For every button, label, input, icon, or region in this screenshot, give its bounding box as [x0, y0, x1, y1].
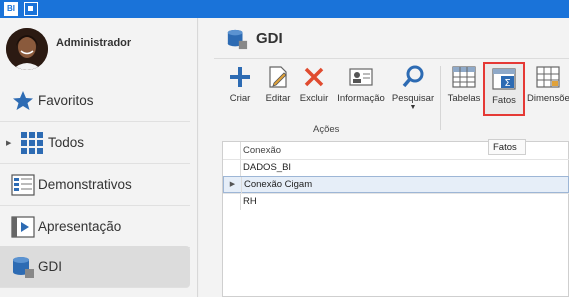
database-icon [227, 29, 248, 50]
tables-label: Tabelas [447, 93, 481, 104]
sidebar-item-label: Demonstrativos [38, 177, 132, 192]
app-logo-icon: BI [4, 2, 18, 16]
ribbon-separator [440, 66, 441, 130]
database-icon [13, 256, 34, 278]
facts-sigma-icon: Σ [492, 68, 516, 90]
title-bar: BI [0, 0, 569, 18]
report-icon [11, 173, 35, 196]
row-indicator [223, 194, 241, 210]
sidebar-item-gdi[interactable]: GDI [0, 246, 190, 288]
sidebar-item-label: Todos [48, 135, 85, 150]
connections-grid: Conexão DADOS_BI ▶ Conexão Cigam RH [222, 141, 569, 297]
ribbon-group-label: Ações [313, 124, 340, 135]
expand-arrow-icon[interactable]: ▶ [6, 139, 11, 147]
dimensions-label: Dimensões [527, 93, 569, 104]
create-label: Criar [229, 93, 251, 104]
edit-button[interactable]: Editar [262, 64, 294, 110]
star-icon [13, 90, 33, 110]
chevron-down-icon: ▼ [409, 104, 417, 111]
edit-icon [269, 66, 287, 88]
dimensions-icon [536, 66, 560, 88]
dimensions-button[interactable]: Dimensões [527, 64, 569, 110]
tooltip: Fatos [488, 139, 526, 155]
table-row[interactable]: RH [223, 193, 569, 210]
table-row[interactable]: ▶ Conexão Cigam [223, 176, 569, 193]
page-title: GDI [256, 30, 283, 47]
avatar [6, 28, 48, 70]
plus-icon [230, 67, 250, 87]
info-button[interactable]: Informação [336, 64, 386, 110]
sidebar: Administrador Favoritos ▶ Todos Demonstr… [0, 18, 198, 297]
sidebar-item-apresentacao[interactable]: Apresentação [0, 206, 190, 248]
row-indicator [223, 160, 241, 176]
id-card-icon [349, 68, 373, 86]
search-label: Pesquisar [391, 93, 435, 104]
facts-button[interactable]: Σ Fatos [483, 62, 525, 116]
create-button[interactable]: Criar [224, 64, 256, 110]
edit-label: Editar [265, 93, 291, 104]
facts-label: Fatos [492, 95, 516, 106]
sidebar-item-label: GDI [38, 259, 63, 274]
sidebar-item-todos[interactable]: ▶ Todos [0, 122, 190, 164]
sidebar-item-label: Favoritos [38, 93, 94, 108]
table-cell: Conexão Cigam [244, 179, 313, 190]
window-restore-icon[interactable] [24, 2, 38, 16]
sidebar-item-favoritos[interactable]: Favoritos [0, 80, 190, 122]
table-cell: RH [243, 196, 257, 207]
presentation-icon [11, 215, 35, 238]
user-profile: Administrador [0, 18, 198, 80]
user-name: Administrador [56, 37, 132, 49]
table-icon [452, 66, 476, 88]
grid-corner [223, 142, 241, 159]
table-cell: DADOS_BI [243, 162, 292, 173]
delete-label: Excluir [299, 93, 329, 104]
tables-button[interactable]: Tabelas [446, 64, 482, 110]
search-button[interactable]: Pesquisar ▼ [391, 64, 435, 111]
table-row[interactable]: DADOS_BI [223, 159, 569, 176]
close-icon [304, 67, 324, 87]
delete-button[interactable]: Excluir [298, 64, 330, 110]
svg-text:Σ: Σ [504, 78, 510, 89]
row-indicator-arrow-icon: ▶ [224, 177, 242, 193]
sidebar-item-label: Apresentação [38, 219, 122, 234]
info-label: Informação [337, 93, 385, 104]
search-icon [402, 65, 424, 88]
grid-icon [21, 131, 43, 154]
sidebar-item-demonstrativos[interactable]: Demonstrativos [0, 164, 190, 206]
